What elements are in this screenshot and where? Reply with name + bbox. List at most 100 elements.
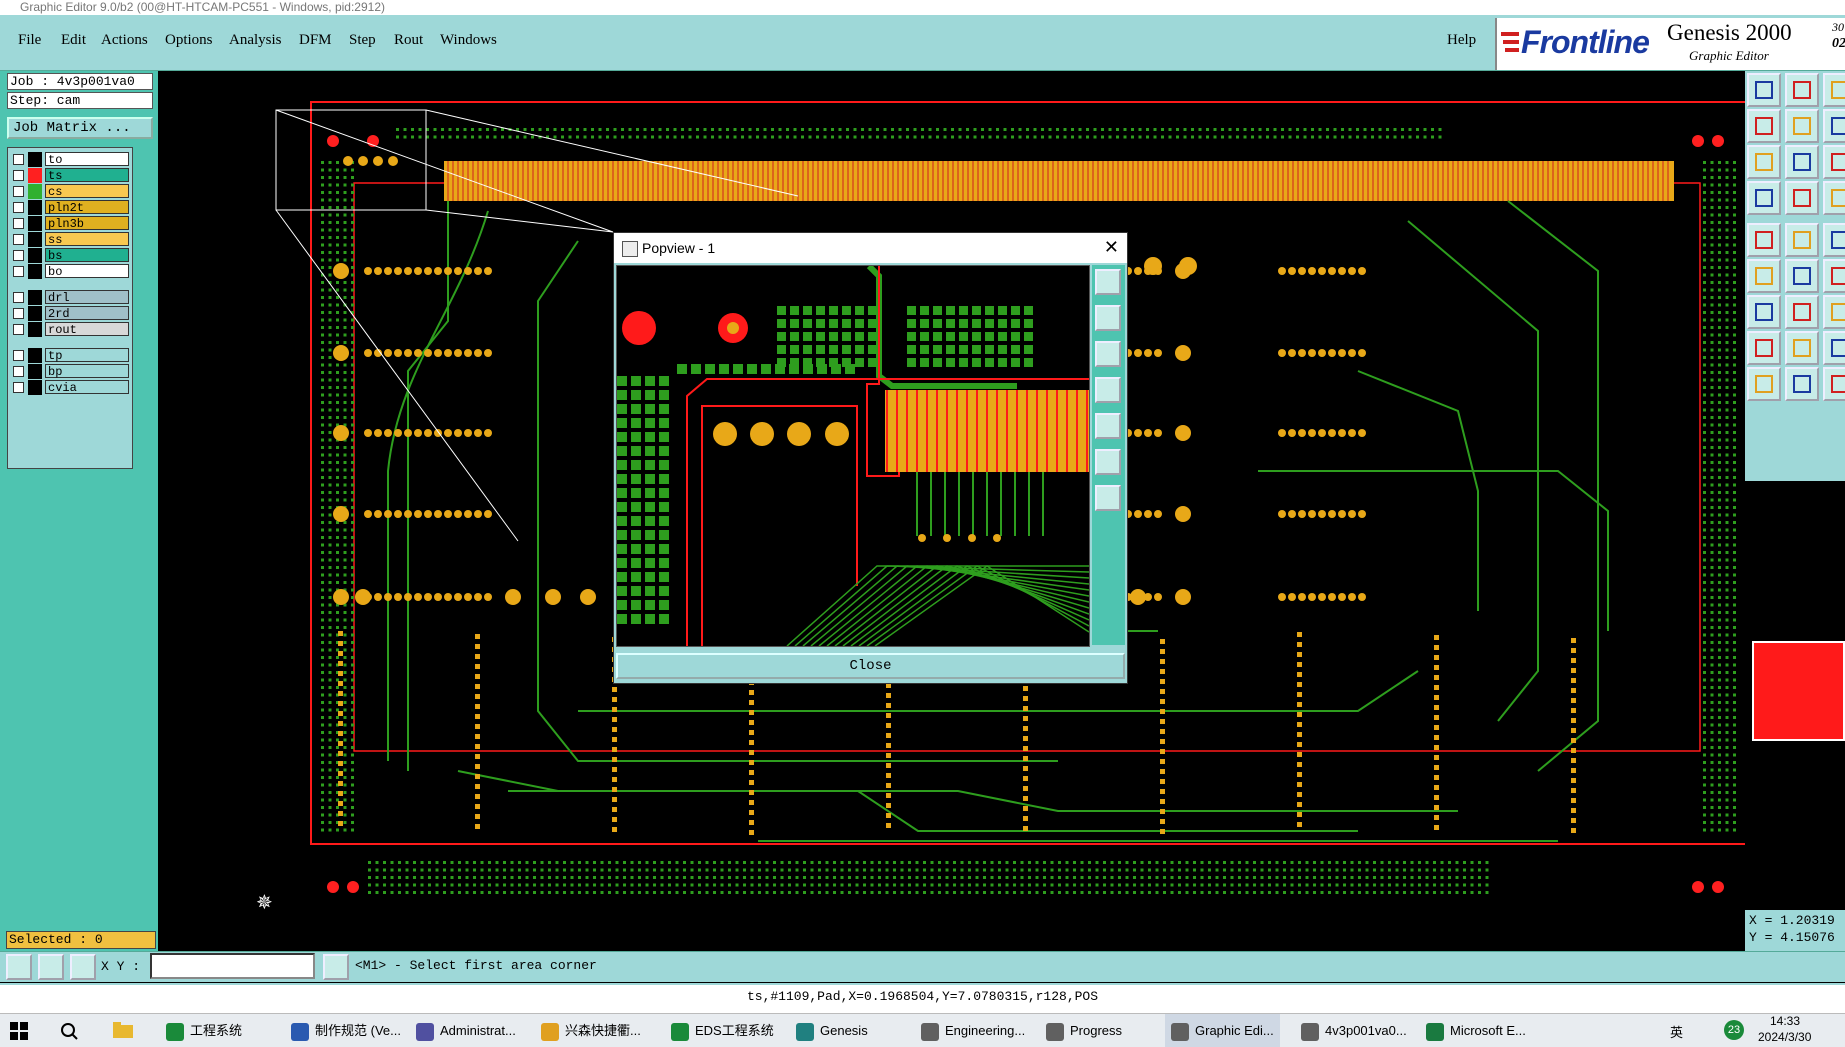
layer-row[interactable]: drl	[11, 290, 129, 305]
layer-row[interactable]: rout	[11, 322, 129, 337]
layer-name[interactable]: ts	[45, 168, 129, 183]
layer-row[interactable]: ts	[11, 168, 129, 183]
start-icon[interactable]	[10, 1022, 28, 1040]
menu-file[interactable]: File	[18, 32, 41, 49]
layer-name[interactable]: bp	[45, 364, 129, 379]
layer-name[interactable]: 2rd	[45, 306, 129, 321]
pv-fit-icon[interactable]	[1095, 269, 1121, 295]
layer-color-swatch[interactable]	[28, 380, 42, 395]
layer-name[interactable]: bo	[45, 264, 129, 279]
layer-name[interactable]: cvia	[45, 380, 129, 395]
overview-window[interactable]	[1752, 641, 1845, 741]
input-lang[interactable]: 英	[1670, 1022, 1683, 1041]
ruler-icon[interactable]	[1785, 223, 1819, 257]
measure-icon[interactable]	[1785, 331, 1819, 365]
undo-icon[interactable]	[1785, 109, 1819, 143]
cursor-mode-icon[interactable]	[323, 954, 349, 980]
layer-checkbox[interactable]	[13, 154, 24, 165]
layer-color-swatch[interactable]	[28, 200, 42, 215]
layer-row[interactable]: ss	[11, 232, 129, 247]
pv-pan-left-icon[interactable]	[1095, 377, 1121, 403]
flip-icon[interactable]	[1823, 331, 1845, 365]
layer-color-swatch[interactable]	[28, 364, 42, 379]
menu-rout[interactable]: Rout	[394, 32, 423, 49]
layer-row[interactable]: to	[11, 152, 129, 167]
save-icon[interactable]	[1785, 73, 1819, 107]
redo-icon[interactable]	[1823, 109, 1845, 143]
layer-checkbox[interactable]	[13, 350, 24, 361]
taskbar-item[interactable]: 4v3p001va0...	[1295, 1014, 1413, 1047]
layer-row[interactable]: bo	[11, 264, 129, 279]
layer-color-swatch[interactable]	[28, 322, 42, 337]
layer-color-swatch[interactable]	[28, 216, 42, 231]
layer-checkbox[interactable]	[13, 366, 24, 377]
layer-checkbox[interactable]	[13, 170, 24, 181]
notification-badge[interactable]: 23	[1724, 1020, 1744, 1040]
layer-checkbox[interactable]	[13, 382, 24, 393]
layer-row[interactable]: pln3b	[11, 216, 129, 231]
pad-icon[interactable]	[1747, 295, 1781, 329]
pointer-icon[interactable]	[1747, 367, 1781, 401]
line-icon[interactable]	[1785, 259, 1819, 293]
rotate-icon[interactable]	[1823, 145, 1845, 179]
taskbar-item[interactable]: Genesis	[790, 1014, 874, 1047]
triangle-icon[interactable]	[1747, 331, 1781, 365]
popview-close-button[interactable]: Close	[616, 653, 1125, 679]
add-icon[interactable]	[1823, 223, 1845, 257]
layer-row[interactable]: pln2t	[11, 200, 129, 215]
taskbar-item[interactable]: Graphic Edi...	[1165, 1014, 1280, 1047]
fit-icon[interactable]	[1747, 145, 1781, 179]
layer-color-swatch[interactable]	[28, 348, 42, 363]
layer-name[interactable]: ss	[45, 232, 129, 247]
popview-titlebar[interactable]: Popview - 1 ✕	[614, 233, 1127, 263]
layer-row[interactable]: cvia	[11, 380, 129, 395]
cut-icon[interactable]	[1747, 259, 1781, 293]
taskbar-item[interactable]: EDS工程系统	[665, 1014, 780, 1047]
popview-canvas[interactable]	[616, 265, 1090, 647]
measure-icon[interactable]	[38, 954, 64, 980]
menu-step[interactable]: Step	[349, 32, 376, 49]
layer-color-swatch[interactable]	[28, 264, 42, 279]
folder-icon[interactable]	[113, 1022, 133, 1038]
layer-color-swatch[interactable]	[28, 184, 42, 199]
layer-checkbox[interactable]	[13, 218, 24, 229]
layer-color-swatch[interactable]	[28, 232, 42, 247]
select-icon[interactable]	[1823, 181, 1845, 215]
grid-icon[interactable]	[70, 954, 96, 980]
layer-checkbox[interactable]	[13, 250, 24, 261]
menu-help[interactable]: Help	[1447, 32, 1476, 49]
layer-name[interactable]: pln2t	[45, 200, 129, 215]
cursor-icon[interactable]	[1785, 367, 1819, 401]
layer-color-swatch[interactable]	[28, 152, 42, 167]
pv-zoom-in-icon[interactable]	[1095, 485, 1121, 511]
layer-row[interactable]: bs	[11, 248, 129, 263]
taskbar-item[interactable]: 工程系统	[160, 1014, 248, 1047]
layer-checkbox[interactable]	[13, 292, 24, 303]
menu-dfm[interactable]: DFM	[299, 32, 332, 49]
layer-name[interactable]: to	[45, 152, 129, 167]
layer-row[interactable]: 2rd	[11, 306, 129, 321]
layer-row[interactable]: cs	[11, 184, 129, 199]
pv-pan-up-icon[interactable]	[1095, 305, 1121, 331]
menu-edit[interactable]: Edit	[61, 32, 86, 49]
taskbar-item[interactable]: Engineering...	[915, 1014, 1031, 1047]
taskbar-item[interactable]: 兴森快捷衢...	[535, 1014, 647, 1047]
text-icon[interactable]	[1823, 295, 1845, 329]
paste-icon[interactable]	[1747, 109, 1781, 143]
layer-name[interactable]: rout	[45, 322, 129, 337]
layer-name[interactable]: cs	[45, 184, 129, 199]
taskbar-item[interactable]: 制作规范 (Ve...	[285, 1014, 407, 1047]
move-icon[interactable]	[1747, 223, 1781, 257]
polygon-icon[interactable]	[1785, 295, 1819, 329]
center-icon[interactable]	[1785, 145, 1819, 179]
taskbar-item[interactable]: Administrat...	[410, 1014, 522, 1047]
menu-actions[interactable]: Actions	[101, 32, 148, 49]
layer-checkbox[interactable]	[13, 266, 24, 277]
snap-icon[interactable]	[1747, 73, 1781, 107]
popview-zoom-view[interactable]	[617, 266, 1089, 646]
menu-analysis[interactable]: Analysis	[229, 32, 282, 49]
layer-checkbox[interactable]	[13, 202, 24, 213]
layer-checkbox[interactable]	[13, 186, 24, 197]
layer-color-swatch[interactable]	[28, 306, 42, 321]
layer-color-swatch[interactable]	[28, 168, 42, 183]
